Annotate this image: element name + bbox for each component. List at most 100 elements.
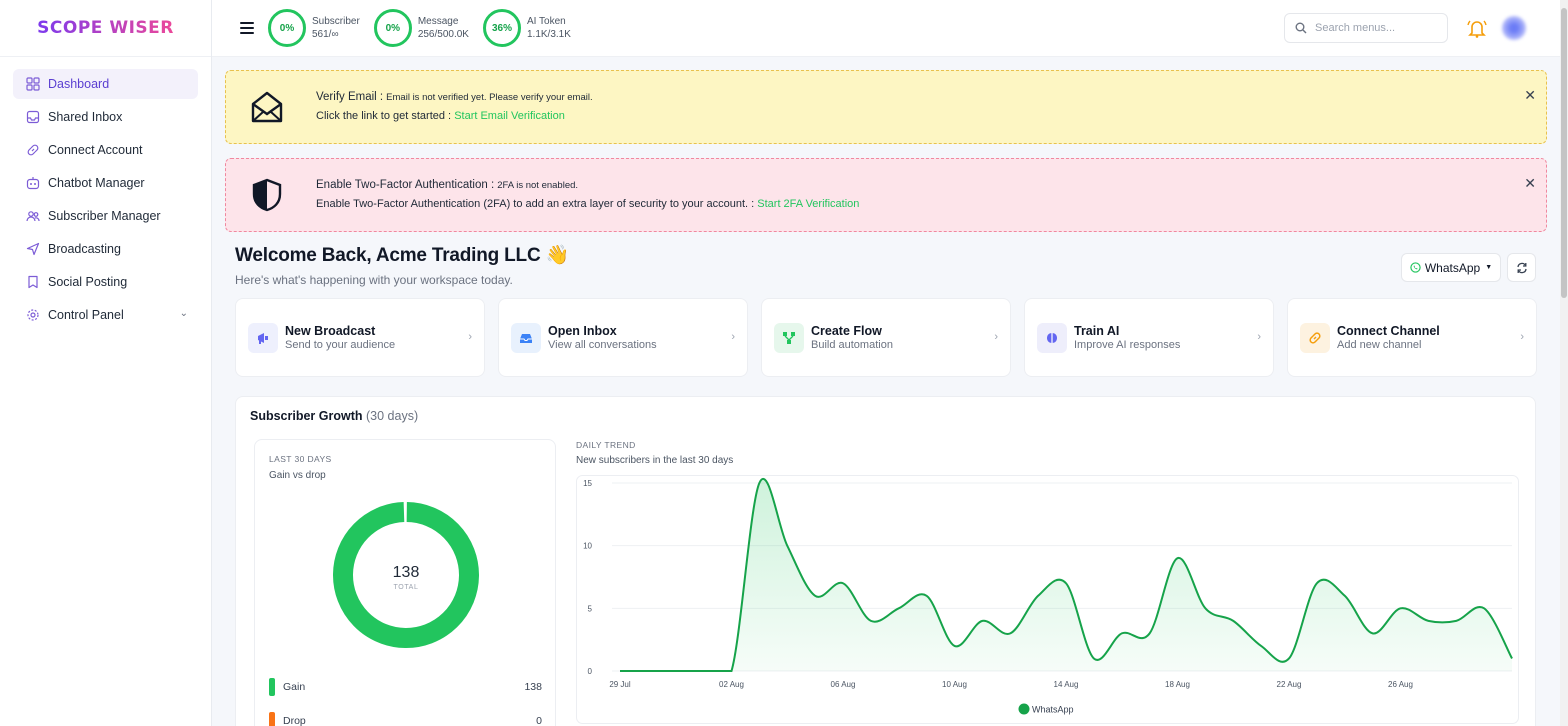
chevron-right-icon: › [994,331,998,343]
x-tick-label: 06 Aug [831,680,856,689]
alert-prompt: Enable Two-Factor Authentication (2FA) t… [316,198,755,210]
channel-select[interactable]: WhatsApp ▼ [1401,253,1501,282]
stat-value: 1.1K/3.1K [526,29,571,40]
sidebar-item-control-panel[interactable]: Control Panel ⌄ [13,300,198,330]
legend-value: 138 [524,681,542,693]
quick-action-connect-channel[interactable]: Connect Channel Add new channel › [1287,298,1537,377]
link-icon [25,142,41,158]
flow-icon [774,322,804,353]
page-title: Welcome Back, Acme Trading LLC 👋 [235,245,570,266]
quick-action-title: New Broadcast [285,324,376,338]
quick-action-title: Connect Channel [1337,324,1440,338]
twofa-alert: Enable Two-Factor Authentication : 2FA i… [225,158,1547,232]
grid-icon [25,76,41,92]
quick-action-train-ai[interactable]: Train AI Improve AI responses › [1024,298,1274,377]
search-box[interactable] [1284,13,1448,43]
donut-subtitle: Gain vs drop [269,470,326,481]
sidebar-item-label: Broadcasting [48,242,121,256]
legend-value: 0 [536,715,542,726]
quick-action-open-inbox[interactable]: Open Inbox View all conversations › [498,298,748,377]
refresh-button[interactable] [1507,253,1536,282]
welcome-section: Welcome Back, Acme Trading LLC 👋 Here's … [235,243,569,287]
gain-drop-panel: LAST 30 DAYS Gain vs drop 138 TOTAL Gain … [254,439,556,726]
brain-icon [1037,322,1067,353]
trend-subtitle: New subscribers in the last 30 days [576,455,734,466]
sidebar-item-shared-inbox[interactable]: Shared Inbox [13,102,198,132]
users-icon [25,208,41,224]
x-tick-label: 18 Aug [1165,680,1190,689]
stat-label: AI Token [526,16,566,27]
start-2fa-verification-link[interactable]: Start 2FA Verification [757,198,859,210]
chevron-right-icon: › [1257,331,1261,343]
stat-ai-token: 36% AI Token 1.1K/3.1K [482,9,571,47]
refresh-icon [1516,262,1527,273]
alert-prompt: Click the link to get started : [316,110,452,122]
sidebar-item-dashboard[interactable]: Dashboard [13,69,198,99]
menu-toggle-icon[interactable] [240,22,254,34]
brand-logo[interactable]: SCOPE WISER [0,0,211,57]
y-tick-label: 10 [583,542,592,551]
caret-down-icon: ▼ [1485,264,1493,271]
chevron-right-icon: › [731,331,735,343]
megaphone-icon [248,322,278,353]
sidebar-item-label: Dashboard [48,77,110,91]
legend-swatch-whatsapp[interactable] [1018,703,1030,715]
sidebar-item-label: Subscriber Manager [48,209,161,223]
sidebar-item-label: Connect Account [48,143,143,157]
page-scrollbar[interactable] [1560,0,1568,726]
sidebar-item-label: Control Panel [48,308,124,322]
daily-trend-chart: 0 5 10 15 29 Jul 02 Aug 06 Aug 10 Aug 14 Aug 18 A… [576,475,1519,724]
sidebar-item-subscriber-manager[interactable]: Subscriber Manager [13,201,198,231]
verify-email-alert: Verify Email : Email is not verified yet… [225,70,1547,144]
x-tick-label: 22 Aug [1277,680,1302,689]
legend-label-whatsapp[interactable]: WhatsApp [1032,705,1074,715]
legend-drop: Drop 0 [269,712,542,726]
x-tick-label: 02 Aug [719,680,744,689]
legend-name: Drop [283,715,306,726]
channel-select-value: WhatsApp [1424,260,1481,275]
sidebar-item-social-posting[interactable]: Social Posting [13,267,198,297]
gear-icon [25,307,41,323]
alert-message: Email is not verified yet. Please verify… [386,92,593,103]
search-icon [1295,22,1307,34]
envelope-open-icon [248,90,286,124]
quick-action-subtitle: Build automation [811,339,893,351]
link-icon [1300,322,1330,353]
sidebar-item-connect-account[interactable]: Connect Account [13,135,198,165]
subscriber-growth-card: Subscriber Growth (30 days) LAST 30 DAYS… [235,396,1536,726]
quick-action-new-broadcast[interactable]: New Broadcast Send to your audience › [235,298,485,377]
user-avatar[interactable] [1502,16,1526,40]
shield-icon [248,178,286,212]
close-icon[interactable]: ✕ [1524,87,1536,104]
stat-subscriber: 0% Subscriber 561/∞ [268,9,360,47]
quick-action-subtitle: View all conversations [548,339,657,351]
bell-icon[interactable] [1466,18,1488,43]
quick-action-title: Create Flow [811,324,882,338]
bookmark-icon [25,274,41,290]
start-email-verification-link[interactable]: Start Email Verification [454,110,565,122]
subscriber-progress-ring: 0% [268,9,306,47]
y-tick-label: 15 [583,479,592,488]
search-input[interactable] [1315,22,1435,34]
chevron-right-icon: › [1520,331,1524,343]
y-tick-label: 5 [588,604,593,613]
alert-title: Verify Email : [316,91,384,103]
growth-period: (30 days) [366,409,419,423]
sidebar-item-chatbot-manager[interactable]: Chatbot Manager [13,168,198,198]
whatsapp-icon [1410,262,1421,273]
sidebar: SCOPE WISER Dashboard Shared Inbox Connect… [0,0,212,726]
quick-action-create-flow[interactable]: Create Flow Build automation › [761,298,1011,377]
stat-label: Message [417,16,459,27]
sidebar-item-label: Shared Inbox [48,110,123,124]
inbox-icon [25,109,41,125]
logo-text: SCOPE WISER [37,18,174,38]
close-icon[interactable]: ✕ [1524,175,1536,192]
alert-message: 2FA is not enabled. [497,180,579,191]
trend-label: DAILY TREND [576,440,636,450]
chevron-down-icon[interactable]: ⌄ [180,308,188,319]
stat-label: Subscriber [312,16,360,27]
sidebar-item-broadcasting[interactable]: Broadcasting [13,234,198,264]
topbar: 0% Subscriber 561/∞ 0% Message 256/500.0K … [212,0,1560,57]
stat-message: 0% Message 256/500.0K [373,9,469,47]
quick-action-title: Open Inbox [548,324,617,338]
